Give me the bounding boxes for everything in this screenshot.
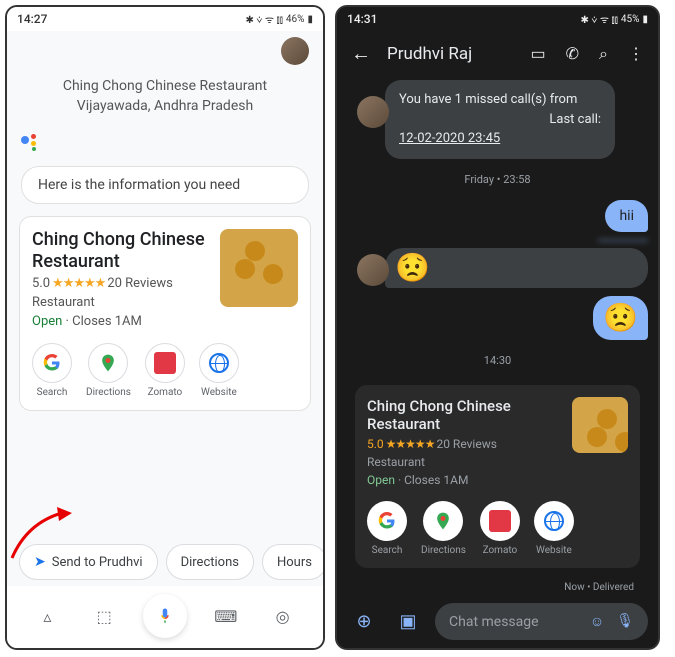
- place-category: Restaurant: [32, 295, 210, 310]
- mic-button[interactable]: [143, 594, 187, 638]
- chip-send[interactable]: ➤Send to Prudhvi: [19, 544, 158, 580]
- phone-assistant: 14:27 ✱ ⩒ ᯤ ⫾⫾ 46% ▮ Ching Chong Chinese…: [5, 5, 325, 650]
- maps-icon: [88, 343, 128, 383]
- place-category: Restaurant: [367, 455, 562, 469]
- action-directions[interactable]: Directions: [421, 501, 466, 556]
- location-text: Ching Chong Chinese Restaurant Vijayawad…: [7, 71, 323, 126]
- chip-directions[interactable]: Directions: [166, 544, 254, 580]
- place-title: Ching Chong Chinese Restaurant: [367, 397, 562, 433]
- place-photo[interactable]: [572, 397, 628, 453]
- action-row: Search Directions Zomato Website: [32, 343, 298, 398]
- shared-place-card[interactable]: Ching Chong Chinese Restaurant 5.0 ★★★★★…: [355, 385, 640, 568]
- assistant-dock: ▵ ⬚ ⌨ ◎: [7, 586, 323, 648]
- action-directions[interactable]: Directions: [86, 343, 131, 398]
- add-button[interactable]: ⊕: [347, 605, 381, 639]
- zomato-icon: [145, 343, 185, 383]
- compose-bar: ⊕ ▣ Chat message ☺ 🎙: [337, 595, 658, 648]
- assistant-response: Here is the information you need: [21, 166, 309, 204]
- message-out-emoji[interactable]: 😟: [593, 296, 648, 340]
- message-out-blurred[interactable]: [598, 240, 648, 241]
- phone-messages: 14:31 ✱ ⩒ ᯤ ⫾⫾ 45% ▮ ← Prudhvi Raj ▭ ✆ ⌕…: [335, 5, 660, 650]
- missed-call-bubble[interactable]: You have 1 missed call(s) from Last call…: [385, 80, 615, 159]
- maps-icon: [423, 501, 463, 541]
- place-photo[interactable]: [220, 229, 298, 307]
- status-bar: 14:31 ✱ ⩒ ᯤ ⫾⫾ 45% ▮: [337, 7, 658, 31]
- action-website[interactable]: Website: [199, 343, 239, 398]
- place-hours: Open · Closes 1AM: [367, 473, 562, 487]
- action-search[interactable]: Search: [32, 343, 72, 398]
- assistant-row: [7, 126, 323, 160]
- updates-icon[interactable]: ▵: [29, 598, 65, 634]
- google-icon: [367, 501, 407, 541]
- back-button[interactable]: ←: [351, 41, 371, 66]
- google-icon: [32, 343, 72, 383]
- mic-icon[interactable]: 🎙: [616, 613, 634, 630]
- globe-icon: [199, 343, 239, 383]
- assistant-header: [7, 31, 323, 71]
- contact-avatar[interactable]: [357, 96, 389, 128]
- action-search[interactable]: Search: [367, 501, 407, 556]
- rating-row: 5.0 ★★★★★ 20 Reviews: [32, 276, 210, 291]
- action-zomato[interactable]: Zomato: [145, 343, 185, 398]
- more-icon[interactable]: ⋮: [628, 44, 644, 64]
- chip-hours[interactable]: Hours: [262, 544, 325, 580]
- status-bar: 14:27 ✱ ⩒ ᯤ ⫾⫾ 46% ▮: [7, 7, 323, 31]
- zomato-icon: [480, 501, 520, 541]
- globe-icon: [534, 501, 574, 541]
- chat-title[interactable]: Prudhvi Raj: [387, 44, 515, 64]
- chat-body[interactable]: You have 1 missed call(s) from Last call…: [337, 76, 658, 595]
- time-label: 14:30: [347, 354, 648, 367]
- delivery-status: Now • Delivered: [347, 580, 648, 595]
- gallery-button[interactable]: ▣: [391, 605, 425, 639]
- explore-icon[interactable]: ◎: [265, 598, 301, 634]
- contact-avatar[interactable]: [357, 254, 389, 286]
- assistant-logo-icon: [21, 134, 39, 152]
- video-call-icon[interactable]: ▭: [531, 44, 546, 64]
- status-icons: ✱ ⩒ ᯤ ⫾⫾ 45% ▮: [580, 12, 648, 26]
- message-in[interactable]: 😟: [385, 248, 648, 288]
- search-icon[interactable]: ⌕: [599, 44, 608, 64]
- place-hours: Open · Closes 1AM: [32, 314, 210, 329]
- rating-row: 5.0 ★★★★★ 20 Reviews: [367, 437, 562, 451]
- status-time: 14:27: [17, 12, 47, 26]
- status-time: 14:31: [347, 12, 377, 26]
- emoji-worried: 😟: [603, 301, 638, 334]
- place-title: Ching Chong Chinese Restaurant: [32, 229, 210, 272]
- avatar[interactable]: [281, 37, 309, 65]
- suggestion-chips: ➤Send to Prudhvi Directions Hours: [7, 538, 323, 586]
- chat-header: ← Prudhvi Raj ▭ ✆ ⌕ ⋮: [337, 31, 658, 76]
- emoji-worried: 😟: [395, 251, 430, 284]
- emoji-icon[interactable]: ☺: [590, 613, 604, 630]
- date-separator: Friday • 23:58: [347, 173, 648, 186]
- call-icon[interactable]: ✆: [566, 44, 579, 64]
- compose-input[interactable]: Chat message ☺ 🎙: [435, 603, 648, 640]
- keyboard-icon[interactable]: ⌨: [208, 598, 244, 634]
- place-card[interactable]: Ching Chong Chinese Restaurant 5.0 ★★★★★…: [19, 216, 311, 411]
- send-icon: ➤: [34, 554, 46, 570]
- action-zomato[interactable]: Zomato: [480, 501, 520, 556]
- status-icons: ✱ ⩒ ᯤ ⫾⫾ 46% ▮: [245, 12, 313, 26]
- lens-icon[interactable]: ⬚: [86, 598, 122, 634]
- action-website[interactable]: Website: [534, 501, 574, 556]
- message-out[interactable]: hii: [605, 200, 648, 232]
